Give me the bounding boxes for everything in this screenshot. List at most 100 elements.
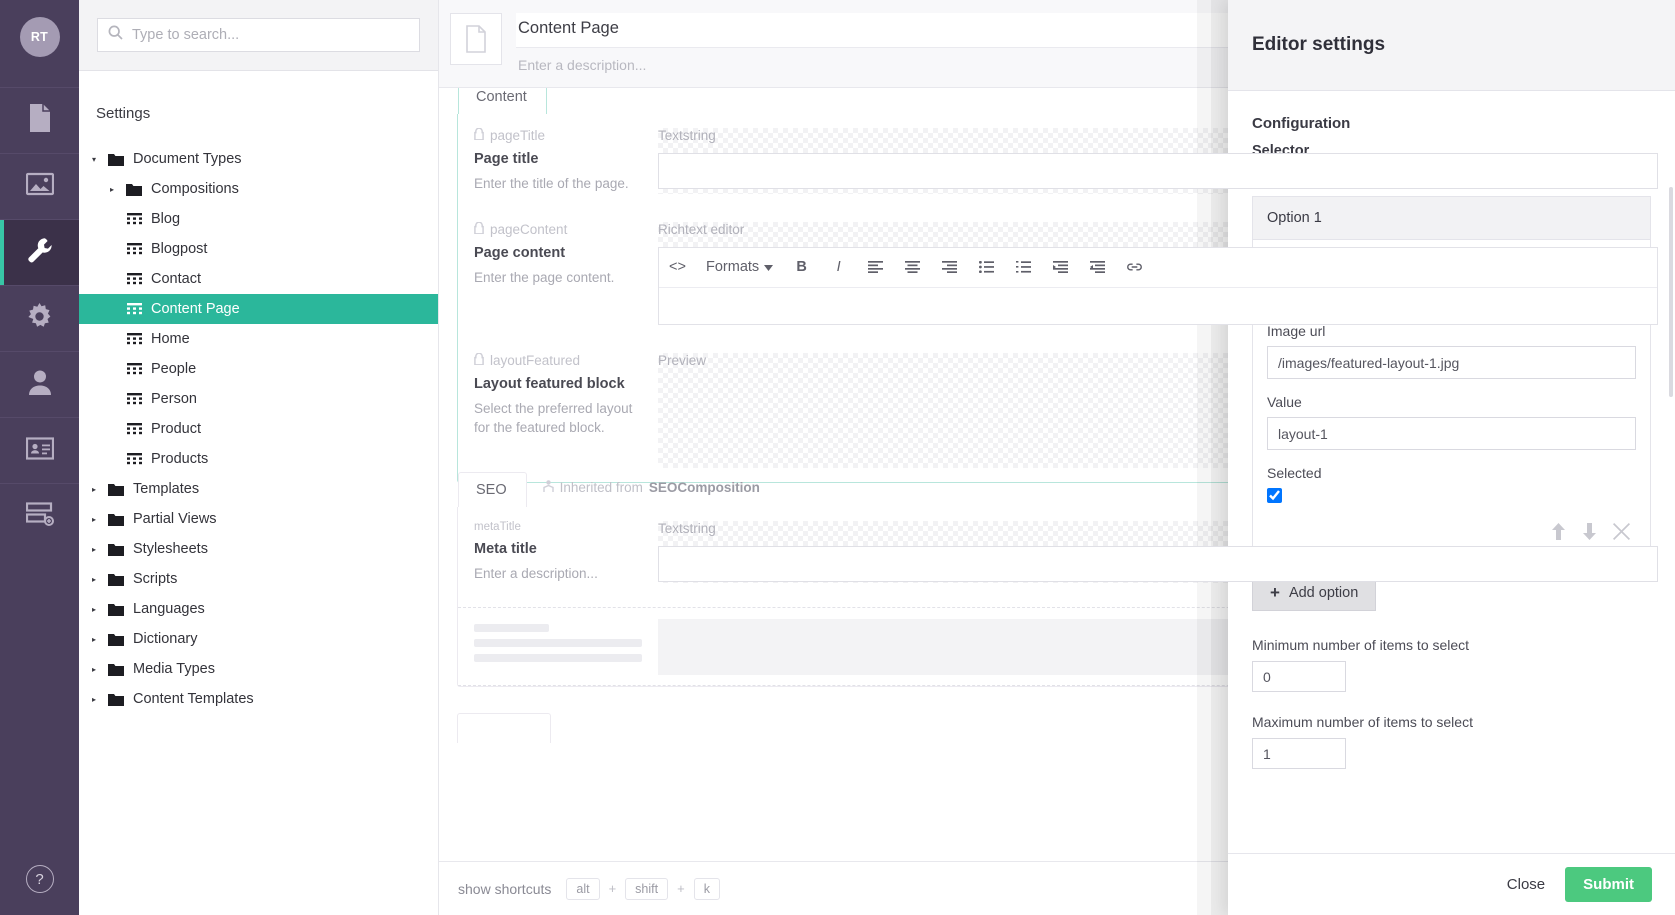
tree-caret-icon[interactable]: ▸ <box>85 665 103 674</box>
tree-node-dictionary[interactable]: ▸Dictionary <box>79 624 438 654</box>
align-center-icon[interactable] <box>894 247 931 287</box>
lock-icon <box>474 353 484 368</box>
app-item-packages[interactable] <box>0 285 79 351</box>
property-name: Layout featured block <box>474 376 638 392</box>
composition-icon <box>543 480 554 496</box>
tree-node-label: Media Types <box>129 661 215 677</box>
max-items-input[interactable] <box>1252 738 1346 769</box>
outdent-icon[interactable] <box>1079 247 1116 287</box>
source-code-icon[interactable]: <> <box>659 247 696 287</box>
bullet-list-icon[interactable] <box>968 247 1005 287</box>
formats-dropdown[interactable]: Formats <box>696 247 783 287</box>
layout-preview-area[interactable] <box>658 378 1658 468</box>
indent-icon[interactable] <box>1042 247 1079 287</box>
italic-icon[interactable]: I <box>820 247 857 287</box>
formats-label: Formats <box>706 259 759 275</box>
avatar[interactable]: RT <box>20 17 60 57</box>
overlay-scrollbar[interactable] <box>1669 187 1673 397</box>
tree-caret-icon[interactable]: ▸ <box>85 695 103 704</box>
overlay-body: Configuration Selector Set options for t… <box>1228 91 1675 853</box>
tree-node-scripts[interactable]: ▸ Scripts <box>79 564 438 594</box>
plus-icon: + <box>1270 584 1280 601</box>
document-icon <box>27 103 53 138</box>
folder-icon <box>103 513 129 526</box>
tree-node-label: People <box>147 361 196 377</box>
tree-node-compositions[interactable]: ▸ Compositions <box>79 174 438 204</box>
richtext-content-area[interactable] <box>659 288 1657 324</box>
help-button[interactable]: ? <box>26 865 54 893</box>
tree-node-contact[interactable]: Contact <box>79 264 438 294</box>
property-group-content: Content pageTitle Page title Enter the t… <box>457 114 1675 483</box>
lock-icon <box>474 128 484 143</box>
doctype-icon <box>121 423 147 436</box>
search-input[interactable] <box>132 27 409 43</box>
tree-caret-icon[interactable]: ▸ <box>103 185 121 194</box>
tree-node-media-types[interactable]: ▸ Media Types <box>79 654 438 684</box>
tree-node-home[interactable]: Home <box>79 324 438 354</box>
property-editor-area: Textstring <box>658 128 1674 194</box>
app-item-forms[interactable] <box>0 483 79 549</box>
property-field: Textstring <box>658 128 1658 189</box>
app-item-settings[interactable] <box>0 219 79 285</box>
tree-node-product[interactable]: Product <box>79 414 438 444</box>
tab-content[interactable]: Content <box>458 88 547 114</box>
folder-icon <box>103 633 129 646</box>
option-selected-checkbox[interactable] <box>1267 488 1282 503</box>
show-shortcuts-label[interactable]: show shortcuts <box>458 881 551 897</box>
property-type: Textstring <box>658 521 1658 536</box>
richtext-toolbar: <> Formats B I <box>659 248 1657 288</box>
tree-node-templates[interactable]: ▸Templates <box>79 474 438 504</box>
submit-button[interactable]: Submit <box>1565 867 1652 902</box>
tree-node-partial-views[interactable]: ▸Partial Views <box>79 504 438 534</box>
key-separator: + <box>677 881 685 896</box>
bold-icon[interactable]: B <box>783 247 820 287</box>
tree-caret-icon[interactable]: ▸ <box>85 545 103 554</box>
document-type-icon[interactable] <box>450 13 502 65</box>
search-box[interactable] <box>97 18 420 52</box>
search-area <box>79 0 438 71</box>
tree-node-label: Scripts <box>129 571 177 587</box>
property-alias: pageContent <box>474 222 638 237</box>
metatitle-textstring-input[interactable] <box>658 546 1658 582</box>
property-name: Meta title <box>474 541 638 557</box>
align-left-icon[interactable] <box>857 247 894 287</box>
app-item-content[interactable] <box>0 87 79 153</box>
tree-caret-icon[interactable]: ▸ <box>85 515 103 524</box>
tree-node-blogpost[interactable]: Blogpost <box>79 234 438 264</box>
close-button[interactable]: Close <box>1507 876 1545 893</box>
tab-seo[interactable]: SEO <box>458 472 527 507</box>
min-items-input[interactable] <box>1252 661 1346 692</box>
doctype-icon <box>121 273 147 286</box>
tree-node-content-page[interactable]: Content Page <box>79 294 438 324</box>
tree-caret-icon[interactable]: ▾ <box>85 155 103 164</box>
tree-node-languages[interactable]: ▸Languages <box>79 594 438 624</box>
tree-caret-icon[interactable]: ▸ <box>85 575 103 584</box>
property-type: Textstring <box>658 128 1658 143</box>
tree-node-blog[interactable]: Blog <box>79 204 438 234</box>
app-item-users[interactable] <box>0 351 79 417</box>
folder-icon <box>103 573 129 586</box>
add-option-label: Add option <box>1289 585 1358 601</box>
tree-node-document-types[interactable]: ▾Document Types <box>79 144 438 174</box>
link-icon[interactable] <box>1116 247 1153 287</box>
tree-caret-icon[interactable]: ▸ <box>85 485 103 494</box>
option-image-url-label: Image url <box>1267 323 1636 339</box>
align-right-icon[interactable] <box>931 247 968 287</box>
tree-node-label: Compositions <box>147 181 239 197</box>
tree-node-products[interactable]: Products <box>79 444 438 474</box>
tree-node-content-templates[interactable]: ▸Content Templates <box>79 684 438 714</box>
key-separator: + <box>609 881 617 896</box>
tree-node-stylesheets[interactable]: ▸Stylesheets <box>79 534 438 564</box>
tree-caret-icon[interactable]: ▸ <box>85 605 103 614</box>
app-item-media[interactable] <box>0 153 79 219</box>
tree-node-people[interactable]: People <box>79 354 438 384</box>
numbered-list-icon[interactable] <box>1005 247 1042 287</box>
pagetitle-textstring-input[interactable] <box>658 153 1658 189</box>
app-item-members[interactable] <box>0 417 79 483</box>
tree-node-label: Person <box>147 391 197 407</box>
property-description: Enter a description... <box>474 564 638 584</box>
tree-node-person[interactable]: Person <box>79 384 438 414</box>
id-card-icon <box>26 437 54 465</box>
tree-caret-icon[interactable]: ▸ <box>85 635 103 644</box>
group-tab-stub[interactable] <box>457 713 551 743</box>
